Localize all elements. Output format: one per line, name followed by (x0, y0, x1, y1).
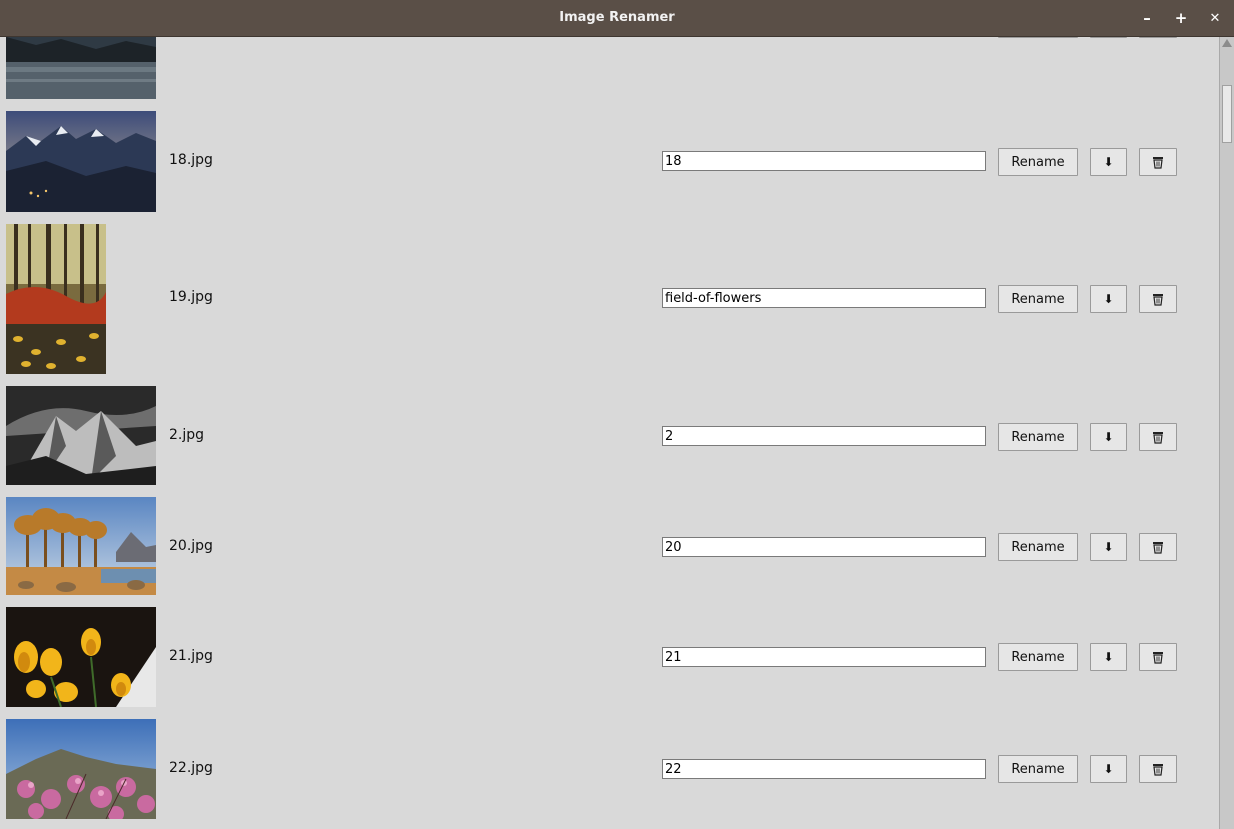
image-thumbnail (6, 111, 156, 212)
file-name: 2.jpg (169, 427, 205, 443)
file-name: 20.jpg (169, 538, 213, 554)
image-thumbnail (6, 719, 156, 819)
new-name-input[interactable] (662, 537, 986, 557)
maximize-button[interactable]: + (1170, 7, 1192, 29)
scrollbar-thumb[interactable] (1222, 85, 1232, 143)
rename-button[interactable]: Rename (998, 285, 1078, 313)
delete-button[interactable] (1139, 148, 1177, 176)
down-arrow-icon: ⬇ (1103, 540, 1114, 554)
trash-icon (1153, 541, 1163, 554)
down-arrow-icon: ⬇ (1103, 762, 1114, 776)
list-item: 22.jpg Rename ⬇ (0, 719, 1219, 819)
delete-button[interactable] (1139, 285, 1177, 313)
image-thumbnail (6, 37, 156, 99)
delete-button[interactable] (1139, 533, 1177, 561)
trash-icon (1153, 293, 1163, 306)
trash-icon (1153, 651, 1163, 664)
list-item: 18.jpg Rename ⬇ (0, 111, 1219, 212)
file-name: 21.jpg (169, 648, 213, 664)
file-name: 19.jpg (169, 289, 213, 305)
delete-button[interactable] (1139, 423, 1177, 451)
close-button[interactable]: ✕ (1204, 7, 1226, 29)
rename-button[interactable] (998, 37, 1078, 38)
new-name-input[interactable] (662, 759, 986, 779)
new-name-input[interactable] (662, 426, 986, 446)
title-bar: Image Renamer – + ✕ (0, 0, 1234, 37)
download-button[interactable]: ⬇ (1090, 285, 1127, 313)
download-button[interactable]: ⬇ (1090, 533, 1127, 561)
delete-button[interactable] (1139, 755, 1177, 783)
vertical-scrollbar[interactable] (1219, 37, 1234, 829)
image-thumbnail (6, 224, 106, 374)
list-item: 19.jpg Rename ⬇ (0, 224, 1219, 374)
list-item-partial (0, 37, 1219, 100)
rename-button[interactable]: Rename (998, 533, 1078, 561)
list-item: 21.jpg Rename ⬇ (0, 607, 1219, 707)
down-arrow-icon: ⬇ (1103, 155, 1114, 169)
download-button[interactable]: ⬇ (1090, 643, 1127, 671)
trash-icon (1153, 763, 1163, 776)
image-thumbnail (6, 386, 156, 485)
image-thumbnail (6, 497, 156, 595)
download-button[interactable]: ⬇ (1090, 755, 1127, 783)
down-arrow-icon: ⬇ (1103, 650, 1114, 664)
rename-button[interactable]: Rename (998, 755, 1078, 783)
rename-button[interactable]: Rename (998, 643, 1078, 671)
down-arrow-icon: ⬇ (1103, 292, 1114, 306)
download-button[interactable]: ⬇ (1090, 148, 1127, 176)
trash-icon (1153, 431, 1163, 444)
delete-button[interactable] (1139, 643, 1177, 671)
trash-icon (1153, 156, 1163, 169)
image-list[interactable]: 18.jpg Rename ⬇ 19.jpg Rename ⬇ (0, 37, 1219, 829)
list-item: 20.jpg Rename ⬇ (0, 497, 1219, 595)
list-item: 2.jpg Rename ⬇ (0, 386, 1219, 485)
file-name: 22.jpg (169, 760, 213, 776)
rename-button[interactable]: Rename (998, 423, 1078, 451)
rename-button[interactable]: Rename (998, 148, 1078, 176)
new-name-input[interactable] (662, 151, 986, 171)
new-name-input[interactable] (662, 647, 986, 667)
new-name-input[interactable] (662, 288, 986, 308)
file-name: 18.jpg (169, 152, 213, 168)
delete-button[interactable] (1139, 37, 1177, 38)
scroll-up-arrow-icon[interactable] (1222, 39, 1232, 47)
down-arrow-icon: ⬇ (1103, 430, 1114, 444)
minimize-button[interactable]: – (1136, 7, 1158, 29)
window-title: Image Renamer (559, 10, 675, 25)
download-button[interactable] (1090, 37, 1127, 38)
image-thumbnail (6, 607, 156, 707)
download-button[interactable]: ⬇ (1090, 423, 1127, 451)
